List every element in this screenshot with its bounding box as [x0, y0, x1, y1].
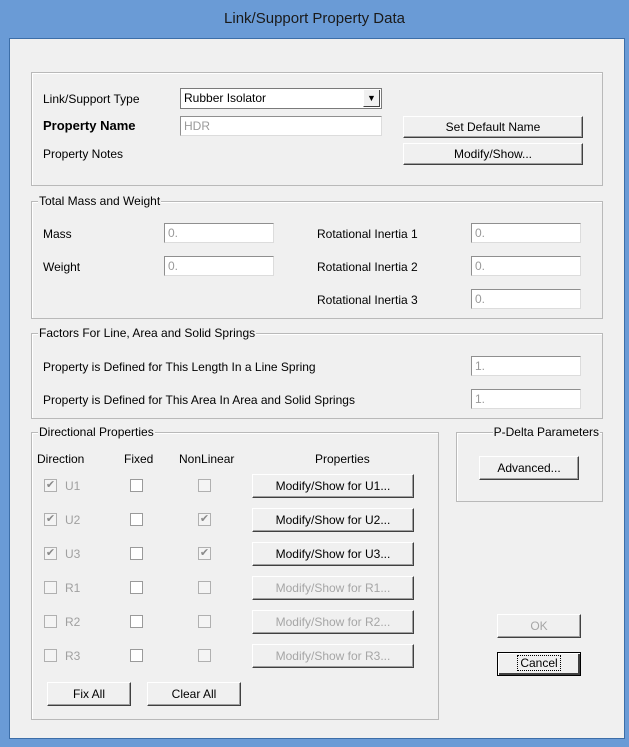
direction-label-r1: R1	[65, 581, 81, 595]
fixed-checkbox-u1[interactable]	[130, 479, 143, 492]
modify-show-u1-button[interactable]: Modify/Show for U1...	[252, 474, 414, 498]
rot-inertia-1-label: Rotational Inertia 1	[317, 227, 418, 241]
pdelta-group: P-Delta Parameters Advanced...	[456, 425, 603, 502]
modify-show-r1-button[interactable]: Modify/Show for R1...	[252, 576, 414, 600]
direction-label-r2: R2	[65, 615, 81, 629]
length-factor-input[interactable]: 1.	[471, 356, 581, 376]
direction-label-u3: U3	[65, 547, 81, 561]
nonlinear-checkbox-r1[interactable]	[198, 581, 211, 594]
header-group: Link/Support Type Rubber Isolator ▼ Prop…	[31, 72, 603, 186]
link-type-label: Link/Support Type	[43, 92, 140, 106]
direction-checkbox-r2[interactable]	[44, 615, 57, 628]
factors-legend: Factors For Line, Area and Solid Springs	[38, 326, 257, 340]
cancel-button[interactable]: Cancel	[497, 652, 581, 676]
mass-weight-group: Total Mass and Weight Mass 0. Weight 0. …	[31, 194, 603, 319]
nonlinear-checkbox-r2[interactable]	[198, 615, 211, 628]
nonlinear-checkbox-u1[interactable]	[198, 479, 211, 492]
length-factor-label: Property is Defined for This Length In a…	[43, 360, 316, 374]
link-type-value: Rubber Isolator	[184, 91, 267, 105]
mass-label: Mass	[43, 227, 72, 241]
col-nonlinear: NonLinear	[179, 452, 235, 466]
fixed-checkbox-u2[interactable]	[130, 513, 143, 526]
area-factor-label: Property is Defined for This Area In Are…	[43, 393, 355, 407]
modify-show-r3-button[interactable]: Modify/Show for R3...	[252, 644, 414, 668]
fixed-checkbox-r3[interactable]	[130, 649, 143, 662]
pdelta-legend: P-Delta Parameters	[492, 425, 600, 439]
clear-all-button[interactable]: Clear All	[147, 682, 241, 706]
direction-label-u2: U2	[65, 513, 81, 527]
directional-group: Directional Properties Direction Fixed N…	[31, 425, 439, 720]
col-properties: Properties	[315, 452, 370, 466]
weight-input[interactable]: 0.	[164, 256, 274, 276]
fixed-checkbox-r2[interactable]	[130, 615, 143, 628]
direction-checkbox-r3[interactable]	[44, 649, 57, 662]
rot-inertia-1-input[interactable]: 0.	[471, 223, 581, 243]
modify-show-u3-button[interactable]: Modify/Show for U3...	[252, 542, 414, 566]
area-factor-input[interactable]: 1.	[471, 389, 581, 409]
direction-checkbox-u3[interactable]: ✔	[44, 547, 57, 560]
rot-inertia-2-input[interactable]: 0.	[471, 256, 581, 276]
weight-label: Weight	[43, 260, 81, 274]
modify-show-u2-button[interactable]: Modify/Show for U2...	[252, 508, 414, 532]
direction-checkbox-u1[interactable]: ✔	[44, 479, 57, 492]
rot-inertia-2-label: Rotational Inertia 2	[317, 260, 418, 274]
mass-weight-legend: Total Mass and Weight	[38, 194, 162, 208]
dialog-body: Link/Support Type Rubber Isolator ▼ Prop…	[9, 38, 625, 739]
col-direction: Direction	[37, 452, 85, 466]
fixed-checkbox-r1[interactable]	[130, 581, 143, 594]
nonlinear-checkbox-u2[interactable]: ✔	[198, 513, 211, 526]
link-type-select[interactable]: Rubber Isolator ▼	[180, 88, 382, 109]
modify-show-notes-button[interactable]: Modify/Show...	[403, 143, 583, 165]
property-notes-label: Property Notes	[43, 147, 124, 161]
rot-inertia-3-input[interactable]: 0.	[471, 289, 581, 309]
direction-checkbox-u2[interactable]: ✔	[44, 513, 57, 526]
ok-button[interactable]: OK	[497, 614, 581, 638]
property-name-label: Property Name	[43, 118, 136, 133]
nonlinear-checkbox-r3[interactable]	[198, 649, 211, 662]
fixed-checkbox-u3[interactable]	[130, 547, 143, 560]
factors-group: Factors For Line, Area and Solid Springs…	[31, 326, 603, 419]
cancel-button-label: Cancel	[517, 655, 561, 671]
window-title: Link/Support Property Data	[224, 10, 405, 27]
fix-all-button[interactable]: Fix All	[47, 682, 131, 706]
col-fixed: Fixed	[124, 452, 154, 466]
rot-inertia-3-label: Rotational Inertia 3	[317, 293, 418, 307]
dialog-window: Link/Support Property Data Link/Support …	[0, 0, 629, 747]
direction-label-u1: U1	[65, 479, 81, 493]
advanced-button[interactable]: Advanced...	[479, 456, 579, 480]
modify-show-r2-button[interactable]: Modify/Show for R2...	[252, 610, 414, 634]
nonlinear-checkbox-u3[interactable]: ✔	[198, 547, 211, 560]
direction-label-r3: R3	[65, 649, 81, 663]
directional-legend: Directional Properties	[38, 425, 155, 439]
set-default-name-button[interactable]: Set Default Name	[403, 116, 583, 138]
property-name-input[interactable]: HDR	[180, 116, 382, 136]
direction-checkbox-r1[interactable]	[44, 581, 57, 594]
mass-input[interactable]: 0.	[164, 223, 274, 243]
chevron-down-icon[interactable]: ▼	[363, 90, 380, 107]
